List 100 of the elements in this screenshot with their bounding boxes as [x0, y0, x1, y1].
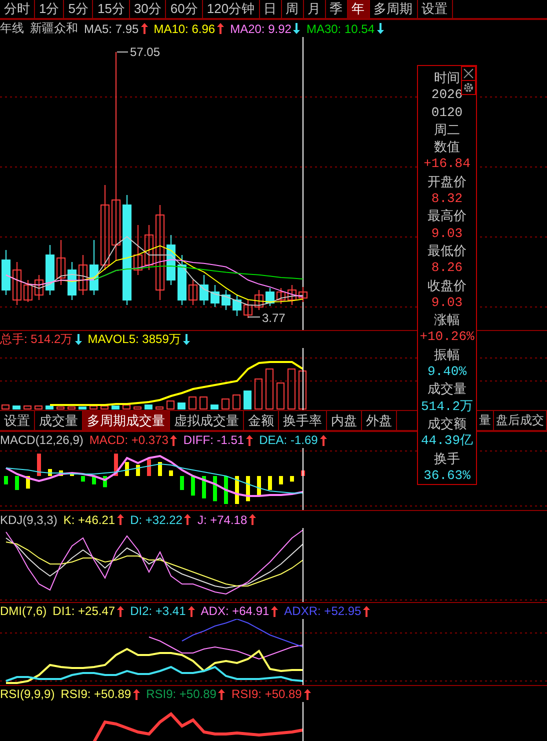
info-label: 成交额 [428, 414, 466, 432]
candlestick [2, 250, 10, 296]
candlestick [56, 240, 66, 286]
macd-bar [290, 476, 294, 482]
volume-bar [188, 396, 196, 410]
volume-bar [2, 404, 10, 410]
indicator-value: RSI(9,9,9) [0, 687, 55, 701]
volume-bar [232, 394, 240, 410]
volume-bar [34, 406, 42, 410]
close-icon[interactable] [461, 66, 476, 81]
period-tab[interactable]: 月 [304, 0, 326, 18]
volume-bar [90, 406, 98, 410]
indicator-value: DI1: +25.47 [52, 604, 116, 618]
volume-bar [68, 406, 76, 410]
period-tab[interactable]: 多周期 [370, 0, 418, 18]
macd-bar [92, 476, 96, 484]
macd-bar [169, 470, 173, 476]
macd-bar [235, 476, 239, 504]
indicator-value: ADX: +64.91 [200, 604, 270, 618]
info-value: 44.39亿 [420, 432, 473, 450]
candlestick [34, 274, 44, 300]
indicator-value: KDJ(9,3,3) [0, 512, 58, 526]
cursor-line [302, 702, 304, 741]
volume-bar [222, 398, 230, 410]
chart-title: 年线 [0, 20, 24, 37]
indicator-value: MAVOL5: 3859万 [88, 331, 181, 348]
indicator-value: K: +46.21 [63, 512, 116, 526]
indicator-value: MA10: 6.96 [154, 22, 216, 36]
macd-bar [48, 469, 52, 476]
volume-bar [100, 406, 108, 410]
period-tab[interactable]: 周 [282, 0, 304, 18]
candlestick [254, 290, 264, 310]
indicator-value: RSI9: +50.89 [231, 687, 302, 701]
info-value: 8.32 [431, 190, 463, 208]
info-label: 最高价 [428, 207, 466, 225]
period-tab[interactable]: 年 [348, 0, 370, 18]
info-value: 9.03 [431, 294, 463, 312]
indicator-value: J: +74.18 [197, 512, 248, 526]
candlestick [134, 224, 142, 276]
info-label: 涨幅 [434, 311, 460, 328]
info-label: 开盘价 [428, 172, 466, 190]
volume-bar [298, 370, 306, 410]
macd-bar [70, 473, 74, 476]
candlestick [90, 240, 98, 296]
indicator-tab[interactable]: 多周期成交量 [83, 411, 170, 430]
chart-title: 新疆众和 [30, 20, 78, 37]
macd-bar [103, 476, 107, 488]
indicator-tab[interactable]: 量 [477, 411, 494, 430]
volume-bar [166, 400, 174, 410]
indicator-value: D: +32.22 [130, 512, 182, 526]
indicator-value: MA5: 7.95 [84, 22, 139, 36]
info-value: 9.40% [427, 363, 466, 380]
settings-icon[interactable] [461, 80, 476, 95]
candlestick [166, 234, 176, 286]
indicator-value: RSI9: +50.89 [60, 687, 132, 701]
cursor-line [302, 448, 304, 510]
period-tab[interactable]: 季 [326, 0, 348, 18]
info-value: 36.63% [424, 466, 470, 484]
volume-bar [112, 406, 120, 410]
info-value: 9.03 [431, 224, 463, 242]
macd-bar [246, 476, 250, 502]
candlestick [210, 284, 220, 308]
macd-bar [26, 476, 30, 489]
candlestick [68, 262, 76, 300]
info-value: 514.2万 [420, 398, 473, 415]
macd-bar [81, 476, 85, 482]
macd-bar [37, 454, 41, 476]
indicator-value: MA30: 10.54 [306, 22, 374, 36]
indicator-value: RSI9: +50.89 [146, 687, 216, 701]
candlestick [288, 284, 296, 306]
volume-bar [78, 406, 86, 410]
indicator-value: DMI(7,6) [0, 604, 47, 618]
indicator-value: ADXR: +52.95 [284, 604, 362, 618]
info-label: 振幅 [434, 346, 460, 364]
candlestick [232, 294, 242, 316]
indicator-tab[interactable]: 盘后成交 [494, 411, 547, 430]
volume-bar [56, 406, 64, 410]
info-value: 8.26 [431, 259, 463, 277]
period-tab[interactable]: 日 [260, 0, 282, 18]
macd-bar [224, 476, 228, 504]
cursor-line [302, 348, 304, 410]
macd-bar [202, 476, 206, 498]
indicator-value: DEA: -1.69 [259, 433, 318, 447]
info-label: 换手 [434, 450, 460, 467]
volume-bar [134, 406, 142, 410]
period-tab[interactable]: 设置 [418, 0, 453, 18]
macd-bar [147, 459, 151, 476]
info-value: 2026 [431, 86, 463, 104]
macd-bar [59, 470, 63, 476]
candlestick [222, 290, 230, 310]
macd-bar [213, 476, 217, 502]
info-label: 成交量 [428, 380, 466, 398]
volume-bar [144, 404, 152, 410]
volume-bar [266, 368, 274, 410]
macd-bar [268, 476, 272, 490]
info-value: +10.26% [420, 328, 474, 346]
candlestick [266, 288, 274, 306]
info-value: +16.84 [424, 155, 470, 173]
macd-bar [191, 476, 195, 496]
candlestick [46, 244, 54, 296]
